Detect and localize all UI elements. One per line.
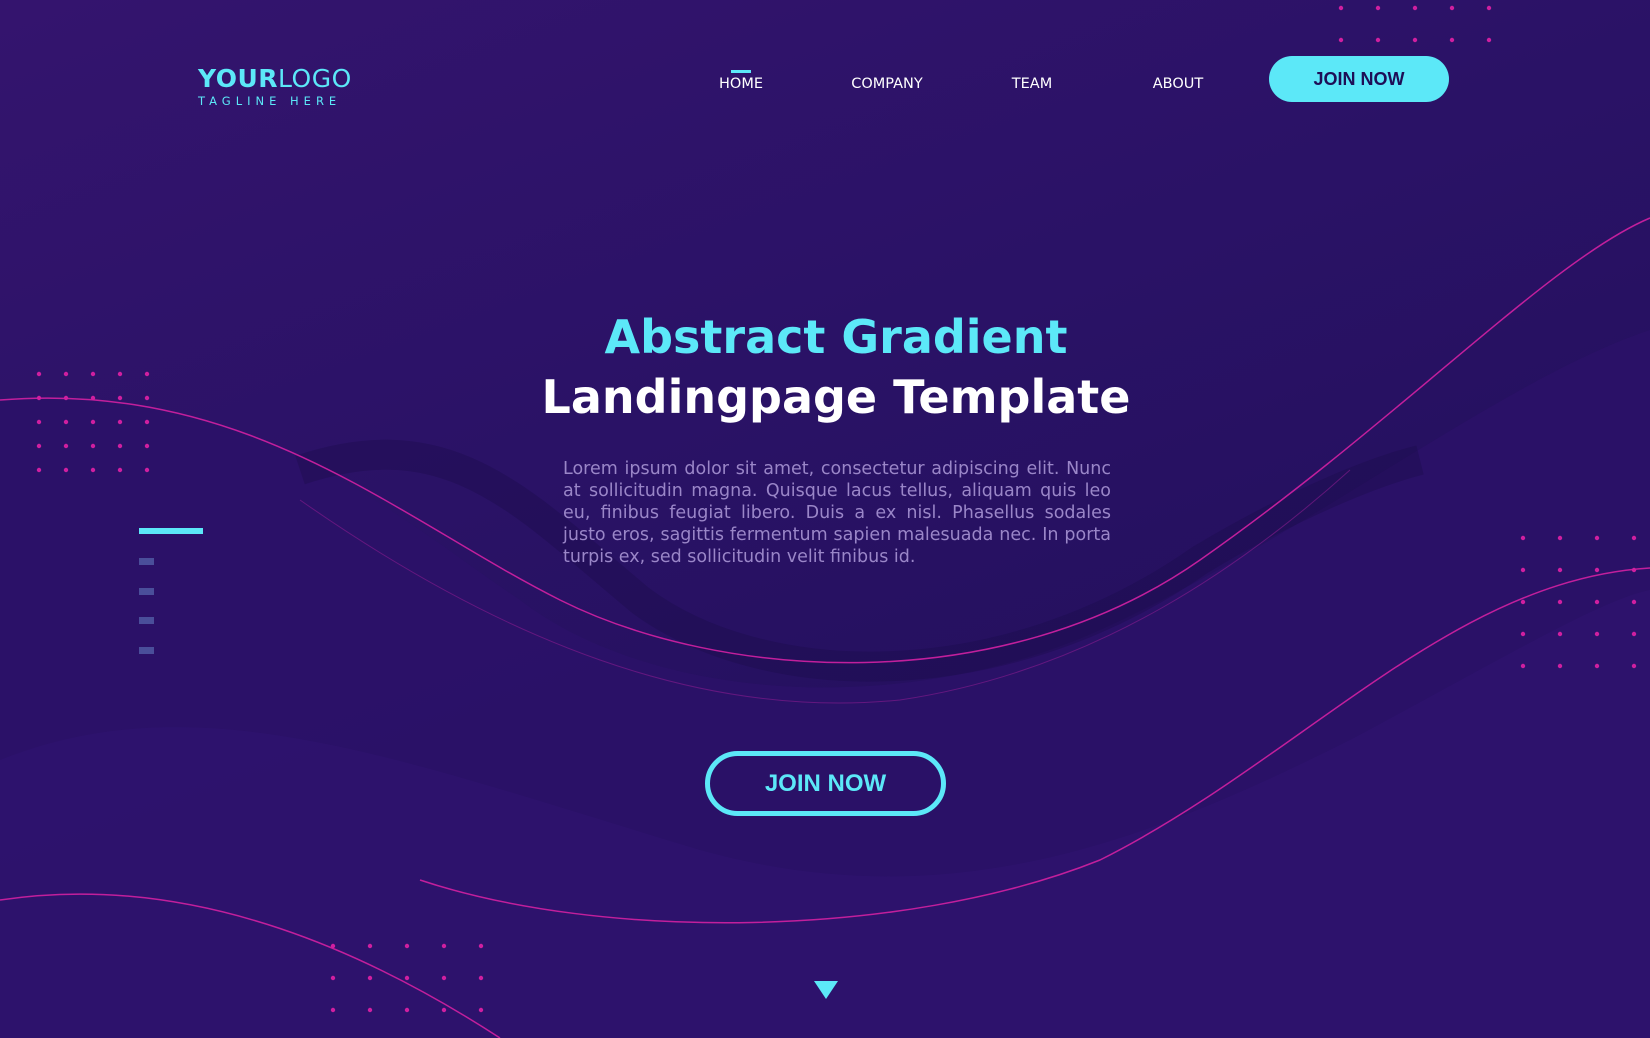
decor-dot [1520, 535, 1526, 541]
decor-dot [441, 943, 447, 949]
decor-dot [330, 975, 336, 981]
decor-dot [1631, 663, 1637, 669]
decor-dot [330, 943, 336, 949]
decor-dot [1486, 37, 1492, 43]
decor-dot [36, 443, 42, 449]
decor-dot [330, 1007, 336, 1013]
decor-dot [1520, 599, 1526, 605]
decor-dot [1594, 567, 1600, 573]
decor-dot [144, 443, 150, 449]
triangle-down-icon[interactable] [814, 981, 838, 999]
hero-title-line1: Abstract Gradient [604, 310, 1068, 364]
decor-dot [117, 443, 123, 449]
nav-about[interactable]: ABOUT [1153, 76, 1204, 92]
decor-dot [1557, 535, 1563, 541]
decor-dot [144, 467, 150, 473]
decor-dot [63, 443, 69, 449]
decor-dot [1338, 5, 1344, 11]
decor-dot [1594, 535, 1600, 541]
decor-dot [1486, 5, 1492, 11]
decor-dot [1631, 567, 1637, 573]
decor-dot [1594, 631, 1600, 637]
decor-dot [117, 467, 123, 473]
slide-indicator[interactable] [139, 647, 154, 654]
nav-company[interactable]: COMPANY [851, 76, 923, 92]
hero-description: Lorem ipsum dolor sit amet, consectetur … [563, 459, 1111, 567]
decor-dot [1557, 567, 1563, 573]
decor-dot [404, 943, 410, 949]
decor-dot [90, 467, 96, 473]
decor-dot [1557, 599, 1563, 605]
decor-dot [478, 975, 484, 981]
decor-dot [1375, 5, 1381, 11]
decor-dot [441, 975, 447, 981]
decor-dot [1412, 37, 1418, 43]
decor-dot [1520, 663, 1526, 669]
slide-indicator[interactable] [139, 588, 154, 595]
decor-dot [1631, 599, 1637, 605]
nav-home[interactable]: HOME [719, 76, 763, 92]
decor-dot [1557, 631, 1563, 637]
decor-dot [1520, 567, 1526, 573]
decor-dot [1557, 663, 1563, 669]
logo-bold: YOUR [198, 64, 279, 93]
decor-dot [1520, 631, 1526, 637]
decor-dot [1338, 37, 1344, 43]
decor-dot [1449, 37, 1455, 43]
logo-tagline: TAGLINE HERE [198, 94, 342, 108]
decor-dot [1412, 5, 1418, 11]
decor-dot [367, 975, 373, 981]
decor-dot [90, 443, 96, 449]
landing-page: YOURLOGO TAGLINE HERE HOME COMPANY TEAM … [0, 0, 1650, 1038]
hero-title-line2: Landingpage Template [541, 370, 1131, 424]
join-now-nav-button[interactable]: JOIN NOW [1269, 56, 1449, 102]
slide-indicator[interactable] [139, 617, 154, 624]
decor-dot [1594, 663, 1600, 669]
slide-indicator[interactable] [139, 558, 154, 565]
slide-indicator-active[interactable] [139, 528, 203, 534]
decor-dot [36, 467, 42, 473]
decor-dot [441, 1007, 447, 1013]
decor-dot [63, 467, 69, 473]
logo-light: LOGO [278, 64, 352, 93]
decor-dot [367, 1007, 373, 1013]
decor-dot [1375, 37, 1381, 43]
nav-team[interactable]: TEAM [1012, 76, 1052, 92]
decor-dot [1594, 599, 1600, 605]
logo[interactable]: YOURLOGO TAGLINE HERE [198, 64, 352, 108]
decor-dot [1449, 5, 1455, 11]
decor-dot [1631, 535, 1637, 541]
decor-dot [404, 975, 410, 981]
decor-dot [478, 1007, 484, 1013]
decor-dot [1631, 631, 1637, 637]
decor-dot [404, 1007, 410, 1013]
decor-dot [478, 943, 484, 949]
join-now-hero-button[interactable]: JOIN NOW [705, 751, 946, 816]
decor-dot [367, 943, 373, 949]
